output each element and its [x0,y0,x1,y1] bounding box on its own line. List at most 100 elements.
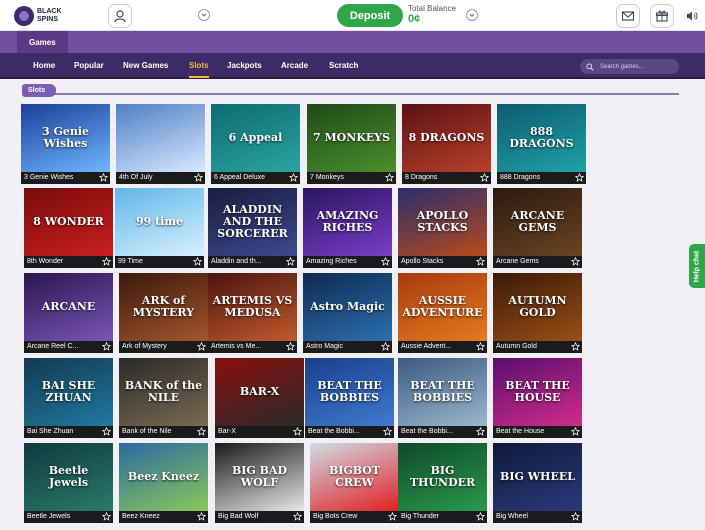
favorite-star-icon[interactable] [102,427,111,436]
favorite-star-icon[interactable] [571,512,580,521]
game-thumbnail[interactable]: BIG THUNDER [398,443,487,511]
favorite-star-icon[interactable] [480,173,489,182]
favorite-star-icon[interactable] [289,173,298,182]
game-tile[interactable]: APOLLO STACKS Apollo Stacks [398,188,487,268]
favorite-star-icon[interactable] [381,257,390,266]
game-thumbnail[interactable]: BIGBOT CREW [310,443,399,511]
favorite-star-icon[interactable] [286,257,295,266]
game-thumbnail[interactable]: 99 time [115,188,204,256]
nav-arcade[interactable]: Arcade [281,61,308,70]
favorite-star-icon[interactable] [476,342,485,351]
game-tile[interactable]: ARCANE Arcane Reel C... [24,273,113,353]
game-tile[interactable]: ALADDIN AND THE SORCERER Aladdin and th..… [208,188,297,268]
favorite-star-icon[interactable] [102,342,111,351]
favorite-star-icon[interactable] [476,257,485,266]
game-tile[interactable]: Beetle Jewels Beetle Jewels [24,443,113,523]
game-thumbnail[interactable]: Beez Kneez [119,443,208,511]
favorite-star-icon[interactable] [102,257,111,266]
game-tile[interactable]: BAR-X Bar-X [215,358,304,438]
game-thumbnail[interactable]: BEAT THE BOBBIES [398,358,487,426]
favorite-star-icon[interactable] [194,173,203,182]
game-thumbnail[interactable]: 888 DRAGONS [497,104,586,172]
game-tile[interactable]: BIG BAD WOLF Big Bad Wolf [215,443,304,523]
nav-popular[interactable]: Popular [74,61,104,70]
balance-menu-toggle[interactable] [466,9,478,21]
game-thumbnail[interactable]: ARTEMIS VS MEDUSA [208,273,297,341]
game-thumbnail[interactable]: BAI SHE ZHUAN [24,358,113,426]
game-thumbnail[interactable]: AUTUMN GOLD [493,273,582,341]
game-thumbnail[interactable]: AUSSIE ADVENTURE [398,273,487,341]
game-thumbnail[interactable]: BIG BAD WOLF [215,443,304,511]
game-thumbnail[interactable]: 3 Genie Wishes [21,104,110,172]
game-tile[interactable]: AUSSIE ADVENTURE Aussie Advent... [398,273,487,353]
game-tile[interactable]: BIGBOT CREW Big Bots Crew [310,443,399,523]
game-thumbnail[interactable]: 8 DRAGONS [402,104,491,172]
nav-scratch[interactable]: Scratch [329,61,358,70]
nav-home[interactable]: Home [33,61,55,70]
game-thumbnail[interactable]: BANK of the NILE [119,358,208,426]
game-tile[interactable]: Beez Kneez Beez Kneez [119,443,208,523]
favorite-star-icon[interactable] [476,512,485,521]
game-thumbnail[interactable]: BEAT THE BOBBIES [305,358,394,426]
game-tile[interactable]: ARCANE GEMS Arcane Gems [493,188,582,268]
game-thumbnail[interactable]: ALADDIN AND THE SORCERER [208,188,297,256]
game-tile[interactable]: 888 DRAGONS 888 Dragons [497,104,586,184]
game-thumbnail[interactable] [116,104,205,172]
favorite-star-icon[interactable] [197,342,206,351]
tab-games[interactable]: Games [17,31,68,53]
favorite-star-icon[interactable] [293,512,302,521]
favorite-star-icon[interactable] [102,512,111,521]
game-tile[interactable]: BEAT THE BOBBIES Beat the Bobbi... [305,358,394,438]
favorite-star-icon[interactable] [381,342,390,351]
favorite-star-icon[interactable] [99,173,108,182]
game-tile[interactable]: 6 Appeal 6 Appeal Deluxe [211,104,300,184]
nav-jackpots[interactable]: Jackpots [227,61,262,70]
favorite-star-icon[interactable] [476,427,485,436]
game-tile[interactable]: ARTEMIS VS MEDUSA Artemis vs Me... [208,273,297,353]
game-tile[interactable]: AMAZING RICHES Amazing Riches [303,188,392,268]
game-thumbnail[interactable]: ARCANE [24,273,113,341]
game-tile[interactable]: BIG THUNDER Big Thunder [398,443,487,523]
game-tile[interactable]: BEAT THE BOBBIES Beat the Bobbi... [398,358,487,438]
volume-icon[interactable] [686,10,698,22]
game-thumbnail[interactable]: BAR-X [215,358,304,426]
deposit-button[interactable]: Deposit [337,4,403,27]
favorite-star-icon[interactable] [197,512,206,521]
search-input[interactable]: Search games... [580,59,679,74]
game-tile[interactable]: 4th Of July [116,104,205,184]
game-tile[interactable]: BIG WHEEL Big Wheel [493,443,582,523]
game-thumbnail[interactable]: APOLLO STACKS [398,188,487,256]
game-thumbnail[interactable]: Astro Magic [303,273,392,341]
favorite-star-icon[interactable] [388,512,397,521]
favorite-star-icon[interactable] [385,173,394,182]
favorite-star-icon[interactable] [197,427,206,436]
help-chat-button[interactable]: Help chat [689,244,705,288]
account-menu-toggle[interactable] [198,9,210,21]
nav-slots[interactable]: Slots [189,61,209,78]
site-logo[interactable]: BLACK SPINS [14,6,67,26]
favorite-star-icon[interactable] [571,342,580,351]
game-tile[interactable]: 8 DRAGONS 8 Dragons [402,104,491,184]
game-thumbnail[interactable]: 6 Appeal [211,104,300,172]
game-tile[interactable]: 99 time 99 Time [115,188,204,268]
game-tile[interactable]: AUTUMN GOLD Autumn Gold [493,273,582,353]
game-thumbnail[interactable]: ARCANE GEMS [493,188,582,256]
game-tile[interactable]: 8 WONDER 8th Wonder [24,188,113,268]
favorite-star-icon[interactable] [286,342,295,351]
game-thumbnail[interactable]: ARK of MYSTERY [119,273,208,341]
favorite-star-icon[interactable] [293,427,302,436]
game-tile[interactable]: BAI SHE ZHUAN Bai She Zhuan [24,358,113,438]
game-thumbnail[interactable]: Beetle Jewels [24,443,113,511]
game-tile[interactable]: Astro Magic Astro Magic [303,273,392,353]
favorite-star-icon[interactable] [575,173,584,182]
game-thumbnail[interactable]: AMAZING RICHES [303,188,392,256]
rewards-button[interactable] [650,4,674,28]
nav-new-games[interactable]: New Games [123,61,168,70]
messages-button[interactable] [616,4,640,28]
game-thumbnail[interactable]: 7 MONKEYS [307,104,396,172]
game-tile[interactable]: BEAT THE HOUSE Beat the House [493,358,582,438]
game-thumbnail[interactable]: BIG WHEEL [493,443,582,511]
game-thumbnail[interactable]: 8 WONDER [24,188,113,256]
favorite-star-icon[interactable] [571,257,580,266]
favorite-star-icon[interactable] [193,257,202,266]
